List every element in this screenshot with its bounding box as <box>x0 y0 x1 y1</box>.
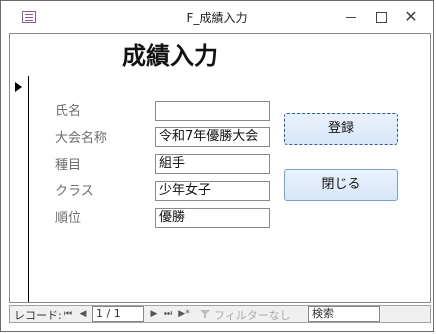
form-heading: 成績入力 <box>122 42 218 70</box>
title-bar: F_成績入力 ✕ <box>1 1 433 33</box>
name-label: 氏名 <box>55 104 82 119</box>
filter-status[interactable]: フィルターなし <box>214 307 291 323</box>
close-icon[interactable]: ✕ <box>401 7 421 27</box>
record-selector[interactable] <box>10 76 29 302</box>
window-title: F_成績入力 <box>186 11 248 25</box>
register-button[interactable]: 登録 <box>284 113 398 145</box>
class-input[interactable]: 少年女子 <box>155 181 270 201</box>
event-label: 種目 <box>55 158 82 173</box>
name-input[interactable] <box>155 101 270 121</box>
tournament-input[interactable]: 令和7年優勝大会 <box>155 127 270 147</box>
tournament-label: 大会名称 <box>55 131 108 146</box>
record-position-input[interactable]: 1 / 1 <box>92 306 144 322</box>
search-input[interactable]: 検索 <box>308 306 380 322</box>
record-navigation-bar: レコード: ⏮ ◀ 1 / 1 ▶ ⏭ ▶* フィルターなし 検索 <box>9 305 431 323</box>
form-body: 成績入力 氏名 大会名称 令和7年優勝大会 種目 組手 クラス 少年女子 順位 … <box>9 33 431 303</box>
next-record-icon[interactable]: ▶ <box>148 307 160 321</box>
record-label: レコード: <box>14 309 62 322</box>
maximize-icon[interactable] <box>371 7 391 27</box>
access-form-window: F_成績入力 ✕ 成績入力 氏名 大会名称 令和7年優勝大会 種目 組手 クラス… <box>0 0 434 332</box>
record-selector-arrow-icon <box>15 82 22 92</box>
class-label: クラス <box>55 184 94 199</box>
last-record-icon[interactable]: ⏭ <box>162 307 174 321</box>
new-record-icon[interactable]: ▶* <box>178 307 190 321</box>
rank-input[interactable]: 優勝 <box>155 208 270 228</box>
prev-record-icon[interactable]: ◀ <box>77 307 89 321</box>
close-button[interactable]: 閉じる <box>284 169 398 201</box>
filter-icon <box>200 310 210 318</box>
rank-label: 順位 <box>55 211 82 226</box>
minimize-icon[interactable] <box>341 7 361 27</box>
first-record-icon[interactable]: ⏮ <box>62 307 74 321</box>
event-input[interactable]: 組手 <box>155 154 270 174</box>
